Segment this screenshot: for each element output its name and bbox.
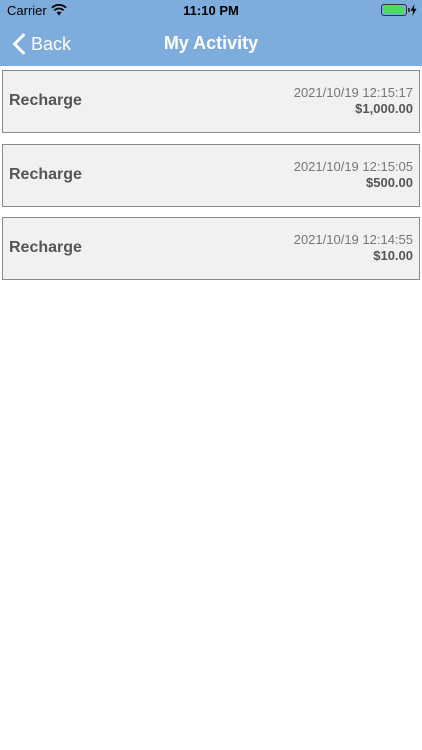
activity-row[interactable]: Recharge 2021/10/19 12:14:55 $10.00 bbox=[2, 217, 420, 280]
activity-datetime: 2021/10/19 12:14:55 bbox=[293, 232, 413, 247]
activity-row[interactable]: Recharge 2021/10/19 12:15:05 $500.00 bbox=[2, 144, 420, 207]
activity-amount: $10.00 bbox=[373, 248, 413, 263]
activity-amount: $1,000.00 bbox=[355, 101, 413, 116]
activity-row[interactable]: Recharge 2021/10/19 12:15:17 $1,000.00 bbox=[2, 70, 420, 133]
activity-datetime: 2021/10/19 12:15:17 bbox=[293, 85, 413, 100]
activity-amount: $500.00 bbox=[366, 175, 413, 190]
activity-datetime: 2021/10/19 12:15:05 bbox=[293, 159, 413, 174]
activity-type: Recharge bbox=[9, 166, 82, 183]
activity-type: Recharge bbox=[9, 92, 82, 109]
page-title: My Activity bbox=[163, 33, 259, 53]
navigation-bar: Back My Activity bbox=[0, 22, 422, 66]
header: Carrier 11:10 PM Back My Activity bbox=[0, 0, 422, 66]
charging-bolt-icon bbox=[410, 4, 417, 16]
battery-level bbox=[383, 6, 403, 14]
status-time: 11:10 PM bbox=[183, 3, 239, 18]
activity-type: Recharge bbox=[9, 239, 82, 256]
status-bar: Carrier 11:10 PM bbox=[0, 0, 422, 22]
battery-icon bbox=[381, 4, 410, 16]
